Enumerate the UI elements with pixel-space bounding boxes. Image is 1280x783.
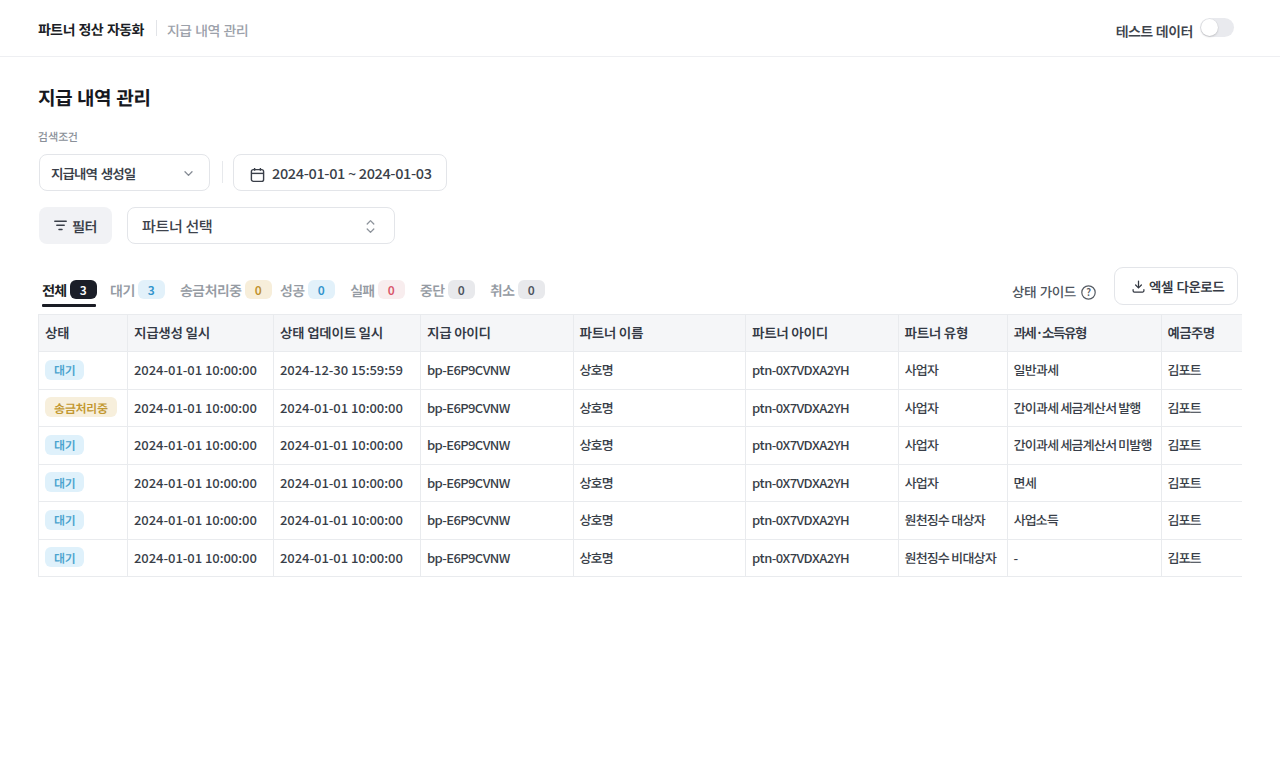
svg-text:?: ? — [1086, 285, 1091, 299]
